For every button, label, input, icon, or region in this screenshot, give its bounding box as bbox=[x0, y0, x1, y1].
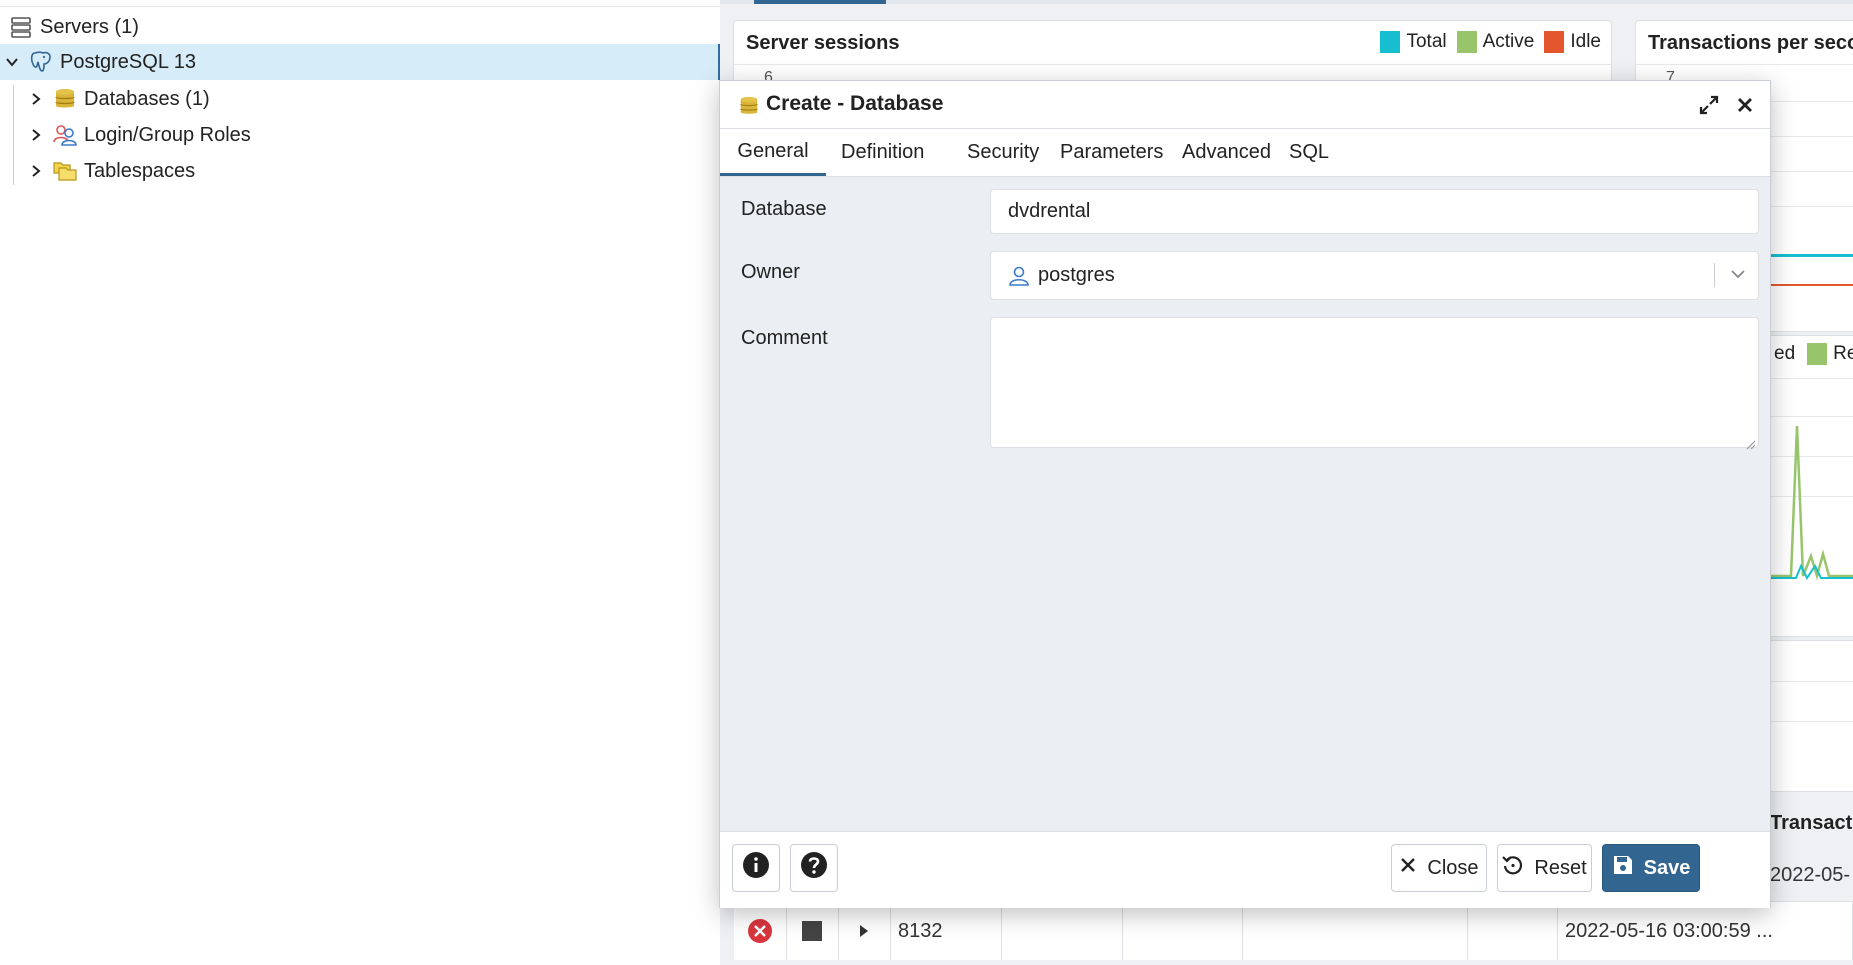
panel-divider bbox=[734, 64, 1611, 65]
chevron-down-icon[interactable] bbox=[1728, 264, 1748, 290]
activity-cell-start-cut: 2022-05- bbox=[1770, 864, 1851, 886]
close-icon[interactable] bbox=[1733, 93, 1757, 117]
save-button-label: Save bbox=[1643, 856, 1691, 879]
cancel-query-button[interactable] bbox=[786, 902, 839, 960]
tab-definition[interactable]: Definition bbox=[841, 129, 924, 176]
tablespaces-folder-icon bbox=[52, 158, 78, 184]
close-x-icon bbox=[1399, 856, 1417, 880]
tab-parameters[interactable]: Parameters bbox=[1060, 129, 1163, 176]
activity-cell bbox=[1002, 902, 1123, 960]
database-name-input[interactable]: dvdrental bbox=[990, 189, 1759, 234]
info-button[interactable] bbox=[732, 844, 780, 892]
reset-button[interactable]: Reset bbox=[1497, 844, 1592, 892]
tree-item-servers[interactable]: Servers (1) bbox=[0, 9, 139, 45]
tree-item-postgresql-13[interactable]: PostgreSQL 13 bbox=[0, 44, 720, 80]
chevron-down-icon[interactable] bbox=[2, 52, 22, 72]
legend-swatch-total bbox=[1380, 31, 1401, 53]
dialog-header: Create - Database bbox=[720, 81, 1770, 129]
comment-label: Comment bbox=[741, 327, 828, 349]
tree-item-postgresql-13-label: PostgreSQL 13 bbox=[60, 50, 197, 73]
legend-label-idle: Idle bbox=[1570, 31, 1601, 52]
tuples-legend: ed Retu bbox=[1774, 343, 1853, 365]
server-sessions-legend: Total Active Idle bbox=[1380, 31, 1601, 53]
help-button[interactable] bbox=[790, 844, 838, 892]
save-button[interactable]: Save bbox=[1602, 844, 1700, 892]
terminate-session-button[interactable] bbox=[734, 902, 787, 960]
expand-row-button[interactable] bbox=[838, 902, 891, 960]
tab-advanced[interactable]: Advanced bbox=[1182, 129, 1271, 176]
chevron-right-icon[interactable] bbox=[26, 89, 46, 109]
tab-sql[interactable]: SQL bbox=[1289, 129, 1329, 176]
info-icon bbox=[742, 851, 770, 885]
server-sessions-title: Server sessions bbox=[746, 32, 900, 54]
tree-item-databases[interactable]: Databases (1) bbox=[0, 81, 210, 117]
chevron-right-icon[interactable] bbox=[26, 125, 46, 145]
servers-icon bbox=[8, 14, 34, 40]
group-roles-icon bbox=[52, 122, 78, 148]
legend-label-total: Total bbox=[1406, 31, 1447, 52]
comment-textarea[interactable] bbox=[990, 317, 1759, 450]
dialog-footer: Close Reset Save bbox=[720, 831, 1770, 908]
help-icon bbox=[800, 851, 828, 885]
grid-line bbox=[1771, 721, 1853, 722]
dashboard-tab-bar bbox=[720, 0, 1853, 4]
select-separator bbox=[1714, 263, 1715, 287]
legend-swatch-active bbox=[1456, 31, 1477, 53]
resize-handle-icon[interactable] bbox=[1744, 433, 1756, 450]
activity-table-row: 8132 2022-05-16 03:00:59 ... bbox=[734, 901, 1853, 960]
close-button-label: Close bbox=[1427, 856, 1479, 879]
dialog-tabs: General Definition Security Parameters A… bbox=[720, 129, 1770, 177]
legend-label-partial: ed bbox=[1774, 343, 1796, 364]
legend-swatch bbox=[1807, 343, 1828, 365]
transactions-title: Transactions per seco bbox=[1648, 32, 1853, 54]
user-icon bbox=[1008, 265, 1030, 287]
tree-item-login-group-roles[interactable]: Login/Group Roles bbox=[0, 117, 251, 153]
reset-button-label: Reset bbox=[1534, 856, 1587, 879]
tree-item-tablespaces-label: Tablespaces bbox=[84, 159, 196, 182]
database-icon bbox=[738, 95, 760, 122]
tab-general[interactable]: General bbox=[720, 129, 826, 176]
save-icon bbox=[1612, 854, 1634, 882]
databases-icon bbox=[52, 86, 78, 112]
chevron-right-icon[interactable] bbox=[26, 161, 46, 181]
maximize-icon[interactable] bbox=[1697, 93, 1721, 117]
activity-cell-start: 2022-05-16 03:00:59 ... bbox=[1557, 902, 1853, 960]
legend-label-active: Active bbox=[1482, 31, 1535, 52]
postgresql-elephant-icon bbox=[28, 49, 54, 75]
tree-top-border bbox=[0, 0, 720, 7]
activity-cell bbox=[1467, 902, 1558, 960]
reset-icon bbox=[1502, 854, 1524, 882]
legend-swatch-idle bbox=[1544, 31, 1565, 53]
object-explorer-tree: Servers (1) PostgreSQL 13 Databases (1) … bbox=[0, 0, 720, 965]
activity-transaction-header: Transacti bbox=[1770, 812, 1853, 834]
tuples-series-chart bbox=[1771, 425, 1853, 581]
activity-cell bbox=[1242, 902, 1468, 960]
owner-label: Owner bbox=[741, 261, 800, 283]
tree-item-login-group-roles-label: Login/Group Roles bbox=[84, 123, 251, 146]
legend-label-partial: Retu bbox=[1833, 343, 1853, 364]
activity-cell-pid: 8132 bbox=[890, 902, 1002, 960]
dashboard-active-tab-indicator bbox=[754, 0, 886, 4]
activity-cell bbox=[1122, 902, 1243, 960]
owner-select-value: postgres bbox=[1038, 264, 1115, 286]
owner-select[interactable]: postgres bbox=[990, 251, 1759, 300]
dialog-title: Create - Database bbox=[766, 92, 944, 115]
create-database-dialog: Create - Database General Definition Sec… bbox=[719, 80, 1771, 908]
database-label: Database bbox=[741, 198, 827, 220]
tree-item-servers-label: Servers (1) bbox=[40, 15, 139, 38]
grid-line bbox=[1771, 378, 1853, 379]
panel-divider bbox=[1636, 64, 1853, 65]
tab-security[interactable]: Security bbox=[967, 129, 1039, 176]
grid-line bbox=[1771, 681, 1853, 682]
tree-item-databases-label: Databases (1) bbox=[84, 87, 210, 110]
close-button[interactable]: Close bbox=[1391, 844, 1487, 892]
tree-item-tablespaces[interactable]: Tablespaces bbox=[0, 153, 195, 189]
